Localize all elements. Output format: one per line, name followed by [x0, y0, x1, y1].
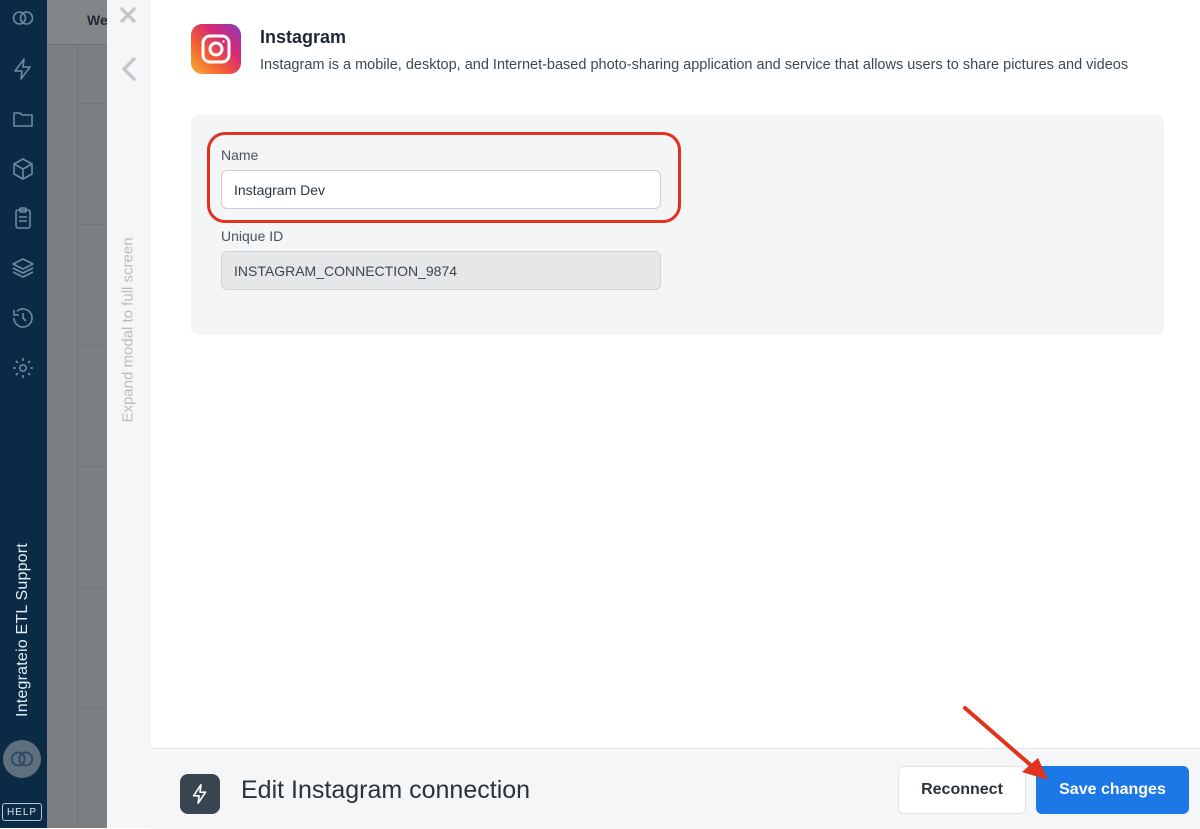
service-title: Instagram	[260, 27, 347, 47]
modal-side-strip: Expand modal to full screen	[107, 0, 152, 828]
history-icon[interactable]	[9, 304, 37, 332]
left-nav: Integrateio ETL Support HELP	[0, 0, 47, 828]
gear-icon[interactable]	[9, 354, 37, 382]
divider	[77, 466, 107, 467]
edit-connection-modal: Instagram Instagram is a mobile, desktop…	[151, 0, 1200, 748]
footer-title: Edit Instagram connection	[241, 776, 531, 804]
avatar[interactable]	[3, 740, 41, 778]
unique-id-input	[221, 251, 661, 290]
workspace-label[interactable]: Integrateio ETL Support	[14, 543, 32, 717]
background-header: We	[47, 0, 108, 45]
lightning-icon	[180, 774, 220, 814]
layers-icon[interactable]	[9, 254, 37, 282]
close-icon[interactable]	[117, 4, 139, 26]
instagram-logo-icon	[191, 24, 241, 74]
service-description: Instagram is a mobile, desktop, and Inte…	[260, 57, 1129, 73]
divider	[77, 224, 107, 225]
divider	[77, 44, 78, 828]
unique-id-label: Unique ID	[221, 228, 284, 244]
annotation-arrow	[963, 706, 1048, 780]
divider	[77, 103, 107, 104]
clipboard-icon[interactable]	[9, 204, 37, 232]
package-icon[interactable]	[9, 155, 37, 183]
background-content: We	[47, 0, 108, 828]
help-button[interactable]: HELP	[2, 803, 42, 821]
expand-modal-link[interactable]: Expand modal to full screen	[120, 237, 137, 422]
name-field-highlight	[207, 132, 681, 223]
divider	[77, 708, 107, 709]
chevron-left-icon[interactable]	[119, 56, 139, 82]
lightning-icon[interactable]	[9, 55, 37, 83]
connection-form-panel: Name Unique ID	[191, 115, 1164, 335]
divider	[77, 345, 107, 346]
logo-icon[interactable]	[9, 4, 37, 32]
divider	[77, 587, 107, 588]
background-tab-text: We	[87, 12, 108, 28]
folder-icon[interactable]	[9, 105, 37, 133]
